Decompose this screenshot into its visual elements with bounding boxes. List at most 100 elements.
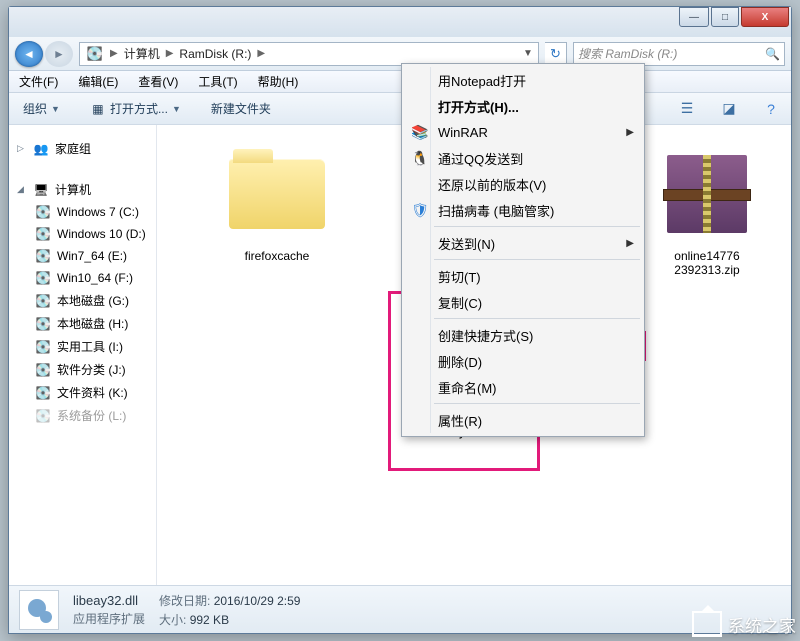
ctx-scan-virus[interactable]: 🛡扫描病毒 (电脑管家): [404, 197, 642, 223]
ctx-separator: [434, 403, 640, 404]
watermark-text: 系统之家: [728, 612, 796, 637]
chevron-icon: ▶: [108, 48, 120, 59]
ctx-label: 还原以前的版本(V): [438, 175, 546, 194]
ctx-label: 属性(R): [438, 411, 482, 430]
folder-item[interactable]: firefoxcache: [207, 145, 347, 263]
status-filename: libeay32.dll: [73, 593, 145, 608]
ctx-copy[interactable]: 复制(C): [404, 289, 642, 315]
sidebar-computer[interactable]: ◢ 🖥 计算机: [15, 178, 154, 201]
sidebar-item-label: 文件资料 (K:): [57, 384, 128, 401]
drive-icon: 💽: [35, 293, 51, 309]
explorer-window: — □ X ◄ ► 💽 ▶ 计算机 ▶ RamDisk (R:) ▶ ▼ ↻ 搜…: [8, 6, 792, 634]
sidebar-drive[interactable]: 💽 Windows 10 (D:): [15, 223, 154, 245]
help-icon[interactable]: ?: [759, 98, 783, 120]
expand-icon: ▷: [17, 143, 27, 154]
chevron-icon: ▶: [255, 48, 267, 59]
status-size-label: 大小:: [159, 613, 186, 627]
minimize-button[interactable]: —: [679, 7, 709, 27]
sidebar-homegroup[interactable]: ▷ 👥 家庭组: [15, 137, 154, 160]
context-menu: 用Notepad打开 打开方式(H)... 📚WinRAR▶ 🐧通过QQ发送到 …: [401, 63, 645, 437]
sidebar-drive[interactable]: 💽 Win10_64 (F:): [15, 267, 154, 289]
ctx-cut[interactable]: 剪切(T): [404, 263, 642, 289]
drive-icon: 💽: [35, 385, 51, 401]
menu-help[interactable]: 帮助(H): [254, 71, 303, 92]
ctx-separator: [434, 259, 640, 260]
newfolder-button[interactable]: 新建文件夹: [205, 97, 277, 120]
drive-icon: 💽: [35, 270, 51, 286]
ctx-send-to[interactable]: 发送到(N)▶: [404, 230, 642, 256]
organize-button[interactable]: 组织▼: [17, 97, 66, 120]
ctx-label: 删除(D): [438, 352, 482, 371]
menu-tools[interactable]: 工具(T): [194, 71, 241, 92]
chevron-down-icon: ▼: [172, 104, 181, 114]
sidebar-item-label: Win7_64 (E:): [57, 249, 127, 263]
address-dropdown-icon[interactable]: ▼: [520, 48, 536, 59]
search-icon: 🔍: [765, 47, 780, 61]
status-modified-label: 修改日期:: [159, 594, 210, 608]
ctx-label: 剪切(T): [438, 267, 481, 286]
ctx-shortcut[interactable]: 创建快捷方式(S): [404, 322, 642, 348]
sidebar-drive[interactable]: 💽Windows 7 (C:): [15, 201, 154, 223]
zip-item[interactable]: online14776 2392313.zip: [637, 145, 777, 277]
ctx-label: 打开方式(H)...: [438, 97, 519, 116]
ctx-separator: [434, 318, 640, 319]
menu-view[interactable]: 查看(V): [134, 71, 182, 92]
sidebar-item-label: 本地磁盘 (H:): [57, 315, 128, 332]
drive-icon: 💽: [35, 362, 51, 378]
ctx-label: 发送到(N): [438, 234, 495, 253]
winrar-icon: 📚: [410, 122, 430, 142]
sidebar-item-label: 软件分类 (J:): [57, 361, 126, 378]
sidebar-drive[interactable]: 💽 软件分类 (J:): [15, 358, 154, 381]
status-size-value: 992 KB: [190, 613, 229, 627]
sidebar-drive[interactable]: 💽 本地磁盘 (G:): [15, 289, 154, 312]
drive-icon: 💽: [35, 408, 51, 424]
search-input[interactable]: 搜索 RamDisk (R:) 🔍: [573, 42, 785, 66]
sidebar-item-label: 计算机: [55, 181, 91, 198]
homegroup-icon: 👥: [33, 141, 49, 157]
sidebar-item-label: 本地磁盘 (G:): [57, 292, 129, 309]
app-icon: ▦: [90, 101, 106, 117]
sidebar-drive[interactable]: 💽系统备份 (L:): [15, 404, 154, 427]
breadcrumb-computer[interactable]: 计算机: [120, 45, 164, 62]
navigation-pane: ▷ 👥 家庭组 ◢ 🖥 计算机 💽Windows 7 (C:) 💽 Windows…: [9, 125, 157, 585]
refresh-button[interactable]: ↻: [545, 42, 567, 66]
sidebar-item-label: 实用工具 (I:): [57, 338, 123, 355]
menu-edit[interactable]: 编辑(E): [74, 71, 122, 92]
close-button[interactable]: X: [741, 7, 789, 27]
breadcrumb-location[interactable]: RamDisk (R:): [175, 47, 255, 61]
command-bar: 组织▼ ▦打开方式...▼ 新建文件夹 ☰ ◪ ?: [9, 93, 791, 125]
sidebar-drive[interactable]: 💽 文件资料 (K:): [15, 381, 154, 404]
sidebar-item-label: Windows 10 (D:): [57, 227, 146, 241]
ctx-restore-version[interactable]: 还原以前的版本(V): [404, 171, 642, 197]
ctx-qq-send[interactable]: 🐧通过QQ发送到: [404, 145, 642, 171]
ctx-properties[interactable]: 属性(R): [404, 407, 642, 433]
back-button[interactable]: ◄: [15, 41, 43, 67]
ctx-label: 通过QQ发送到: [438, 149, 523, 168]
view-options-icon[interactable]: ☰: [675, 98, 699, 120]
drive-icon: 💽: [35, 226, 51, 242]
ctx-delete[interactable]: 删除(D): [404, 348, 642, 374]
sidebar-drive[interactable]: 💽Win7_64 (E:): [15, 245, 154, 267]
ctx-label: 复制(C): [438, 293, 482, 312]
sidebar-drive[interactable]: 💽本地磁盘 (H:): [15, 312, 154, 335]
status-filetype: 应用程序扩展: [73, 610, 145, 627]
openwith-button[interactable]: ▦打开方式...▼: [84, 97, 187, 120]
sidebar-drive[interactable]: 💽实用工具 (I:): [15, 335, 154, 358]
ctx-open-with[interactable]: 打开方式(H)...: [404, 93, 642, 119]
chevron-down-icon: ▼: [51, 104, 60, 114]
menu-bar: 文件(F) 编辑(E) 查看(V) 工具(T) 帮助(H): [9, 71, 791, 93]
menu-file[interactable]: 文件(F): [15, 71, 62, 92]
zip-icon: [667, 155, 747, 233]
ctx-rename[interactable]: 重命名(M): [404, 374, 642, 400]
ctx-open-notepad[interactable]: 用Notepad打开: [404, 67, 642, 93]
computer-icon: 🖥: [33, 182, 49, 198]
file-label: online14776: [637, 249, 777, 263]
ctx-label: WinRAR: [438, 125, 488, 140]
sidebar-item-label: Win10_64 (F:): [57, 271, 133, 285]
maximize-button[interactable]: □: [711, 7, 739, 27]
forward-button[interactable]: ►: [45, 41, 73, 67]
ctx-winrar[interactable]: 📚WinRAR▶: [404, 119, 642, 145]
chevron-icon: ▶: [164, 48, 176, 59]
address-bar[interactable]: 💽 ▶ 计算机 ▶ RamDisk (R:) ▶ ▼: [79, 42, 539, 66]
preview-pane-icon[interactable]: ◪: [717, 98, 741, 120]
